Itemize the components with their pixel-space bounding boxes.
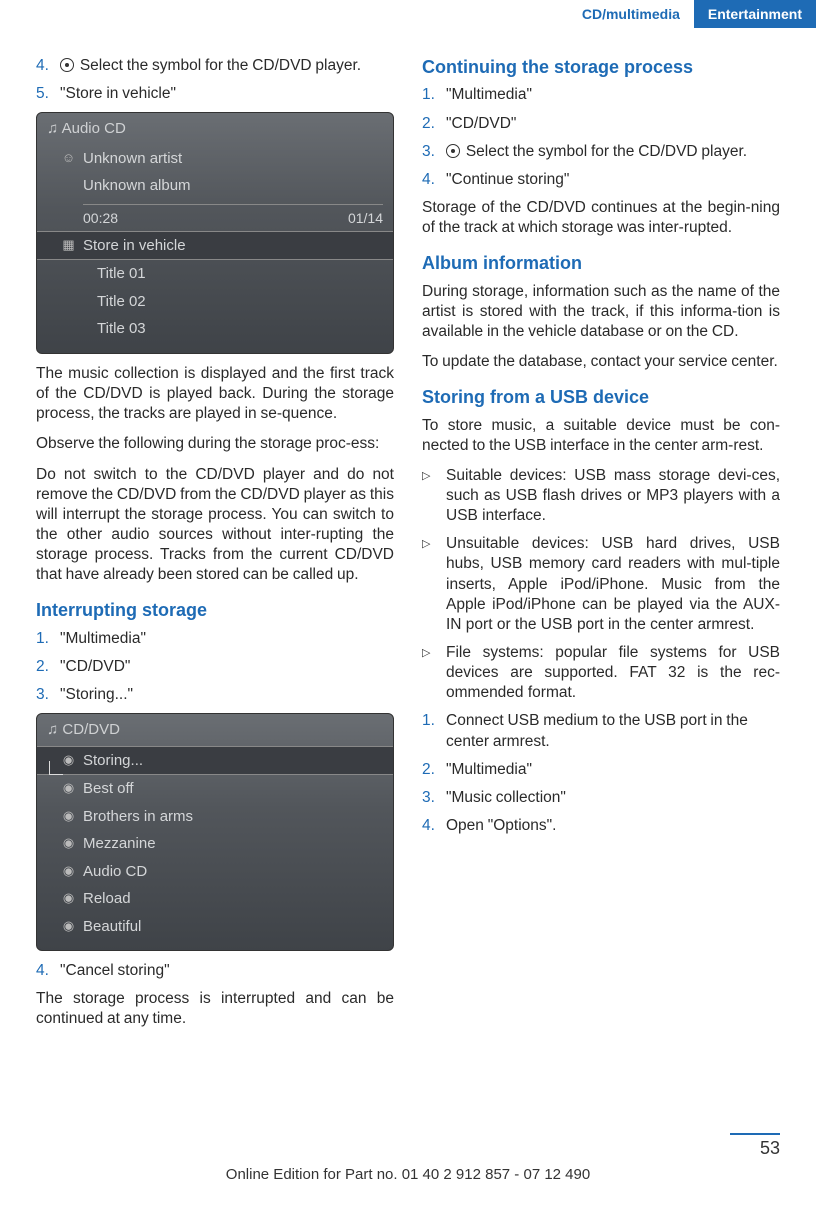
triangle-bullet-icon: ▷ — [422, 643, 446, 703]
step-text: "Store in vehicle" — [60, 84, 394, 104]
step-num: 4. — [36, 961, 60, 981]
step-num: 2. — [422, 114, 446, 134]
step-num: 1. — [36, 629, 60, 649]
step-text: "Cancel storing" — [60, 961, 394, 981]
step-text: Open "Options". — [446, 816, 780, 836]
paragraph: During storage, information such as the … — [422, 282, 780, 342]
content-columns: 4. Select the symbol for the CD/DVD play… — [36, 56, 780, 1040]
disc-icon: ◉ — [61, 890, 76, 904]
heading-continuing: Continuing the storage process — [422, 56, 780, 79]
step-text: "CD/DVD" — [60, 657, 394, 677]
disc-icon: ◉ — [61, 752, 76, 766]
bullet-list: ▷Suitable devices: USB mass storage devi… — [422, 466, 780, 704]
ss-row: ◉Brothers in arms — [37, 803, 393, 831]
step-num: 2. — [36, 657, 60, 677]
steps-continue: 1."Multimedia" 2."CD/DVD" 3. Select the … — [422, 85, 780, 190]
ss-row: Title 02 — [37, 288, 393, 316]
paragraph: To update the database, contact your ser… — [422, 352, 780, 372]
step-num: 1. — [422, 711, 446, 751]
cd-icon — [446, 144, 460, 158]
footer-text: Online Edition for Part no. 01 40 2 912 … — [0, 1165, 816, 1185]
screenshot-audio-cd: ♫ Audio CD ☺Unknown artist Unknown album… — [36, 112, 394, 354]
disc-icon: ◉ — [61, 808, 76, 822]
ss-time: 00:2801/14 — [83, 204, 383, 227]
triangle-bullet-icon: ▷ — [422, 534, 446, 635]
steps-interrupt: 1."Multimedia" 2."CD/DVD" 3."Storing..." — [36, 629, 394, 705]
step-text: "Music collection" — [446, 788, 780, 808]
car-icon: ▦ — [61, 237, 76, 251]
ss-header: ♫ Audio CD — [37, 113, 393, 145]
left-column: 4. Select the symbol for the CD/DVD play… — [36, 56, 394, 1040]
cd-icon — [60, 58, 74, 72]
header-tabs: CD/multimedia Entertainment — [568, 0, 816, 28]
steps-usb: 1.Connect USB medium to the USB port in … — [422, 711, 780, 836]
triangle-bullet-icon: ▷ — [422, 466, 446, 526]
step-text: "Continue storing" — [446, 170, 780, 190]
step-num: 2. — [422, 760, 446, 780]
paragraph: The music collection is displayed and th… — [36, 364, 394, 424]
step-text: "CD/DVD" — [446, 114, 780, 134]
ss-row: Title 01 — [37, 260, 393, 288]
tab-section: CD/multimedia — [568, 0, 694, 28]
step-num: 1. — [422, 85, 446, 105]
step-text: Connect USB medium to the USB port in th… — [446, 711, 780, 751]
bullet-text: File systems: popular file systems for U… — [446, 643, 780, 703]
paragraph: To store music, a suitable device must b… — [422, 416, 780, 456]
ss-row: Title 03 — [37, 315, 393, 343]
heading-interrupting: Interrupting storage — [36, 599, 394, 622]
step-text: "Multimedia" — [60, 629, 394, 649]
ss-row: Unknown album — [37, 172, 393, 200]
bullet-text: Unsuitable devices: USB hard drives, USB… — [446, 534, 780, 635]
disc-icon: ◉ — [61, 863, 76, 877]
ss-row: ◉Beautiful — [37, 913, 393, 941]
ss-row: ◉Mezzanine — [37, 830, 393, 858]
step-text: Select the symbol for the CD/DVD player. — [446, 142, 780, 162]
disc-icon: ◉ — [61, 918, 76, 932]
ss-row: ◉Reload — [37, 885, 393, 913]
step-text: "Storing..." — [60, 685, 394, 705]
paragraph: Observe the following during the storage… — [36, 434, 394, 454]
step-text: "Multimedia" — [446, 85, 780, 105]
steps-cancel: 4."Cancel storing" — [36, 961, 394, 981]
ss-row: ☺Unknown artist — [37, 145, 393, 173]
right-column: Continuing the storage process 1."Multim… — [422, 56, 780, 1040]
steps-store: 4. Select the symbol for the CD/DVD play… — [36, 56, 394, 104]
ss-header: ♫ CD/DVD — [37, 714, 393, 746]
step-num: 4. — [422, 170, 446, 190]
step-num: 3. — [422, 788, 446, 808]
heading-usb: Storing from a USB device — [422, 386, 780, 409]
page-number: 53 — [730, 1133, 780, 1160]
ss-row-selected: ▦Store in vehicle — [37, 231, 393, 261]
step-text: "Multimedia" — [446, 760, 780, 780]
paragraph: Do not switch to the CD/DVD player and d… — [36, 465, 394, 586]
disc-icon: ◉ — [61, 835, 76, 849]
person-icon: ☺ — [61, 150, 76, 164]
step-num: 3. — [422, 142, 446, 162]
ss-row-selected: ◉Storing... — [37, 746, 393, 776]
paragraph: Storage of the CD/DVD continues at the b… — [422, 198, 780, 238]
bullet-text: Suitable devices: USB mass storage devi‐… — [446, 466, 780, 526]
step-num: 4. — [422, 816, 446, 836]
heading-album-info: Album information — [422, 252, 780, 275]
step-text: Select the symbol for the CD/DVD player. — [60, 56, 394, 76]
step-num: 5. — [36, 84, 60, 104]
step-num: 3. — [36, 685, 60, 705]
tab-chapter: Entertainment — [694, 0, 816, 28]
step-num: 4. — [36, 56, 60, 76]
disc-icon: ◉ — [61, 780, 76, 794]
paragraph: The storage process is interrupted and c… — [36, 989, 394, 1029]
screenshot-cd-dvd: ♫ CD/DVD ◉Storing... ◉Best off ◉Brothers… — [36, 713, 394, 951]
ss-row: ◉Best off — [37, 775, 393, 803]
ss-row: ◉Audio CD — [37, 858, 393, 886]
